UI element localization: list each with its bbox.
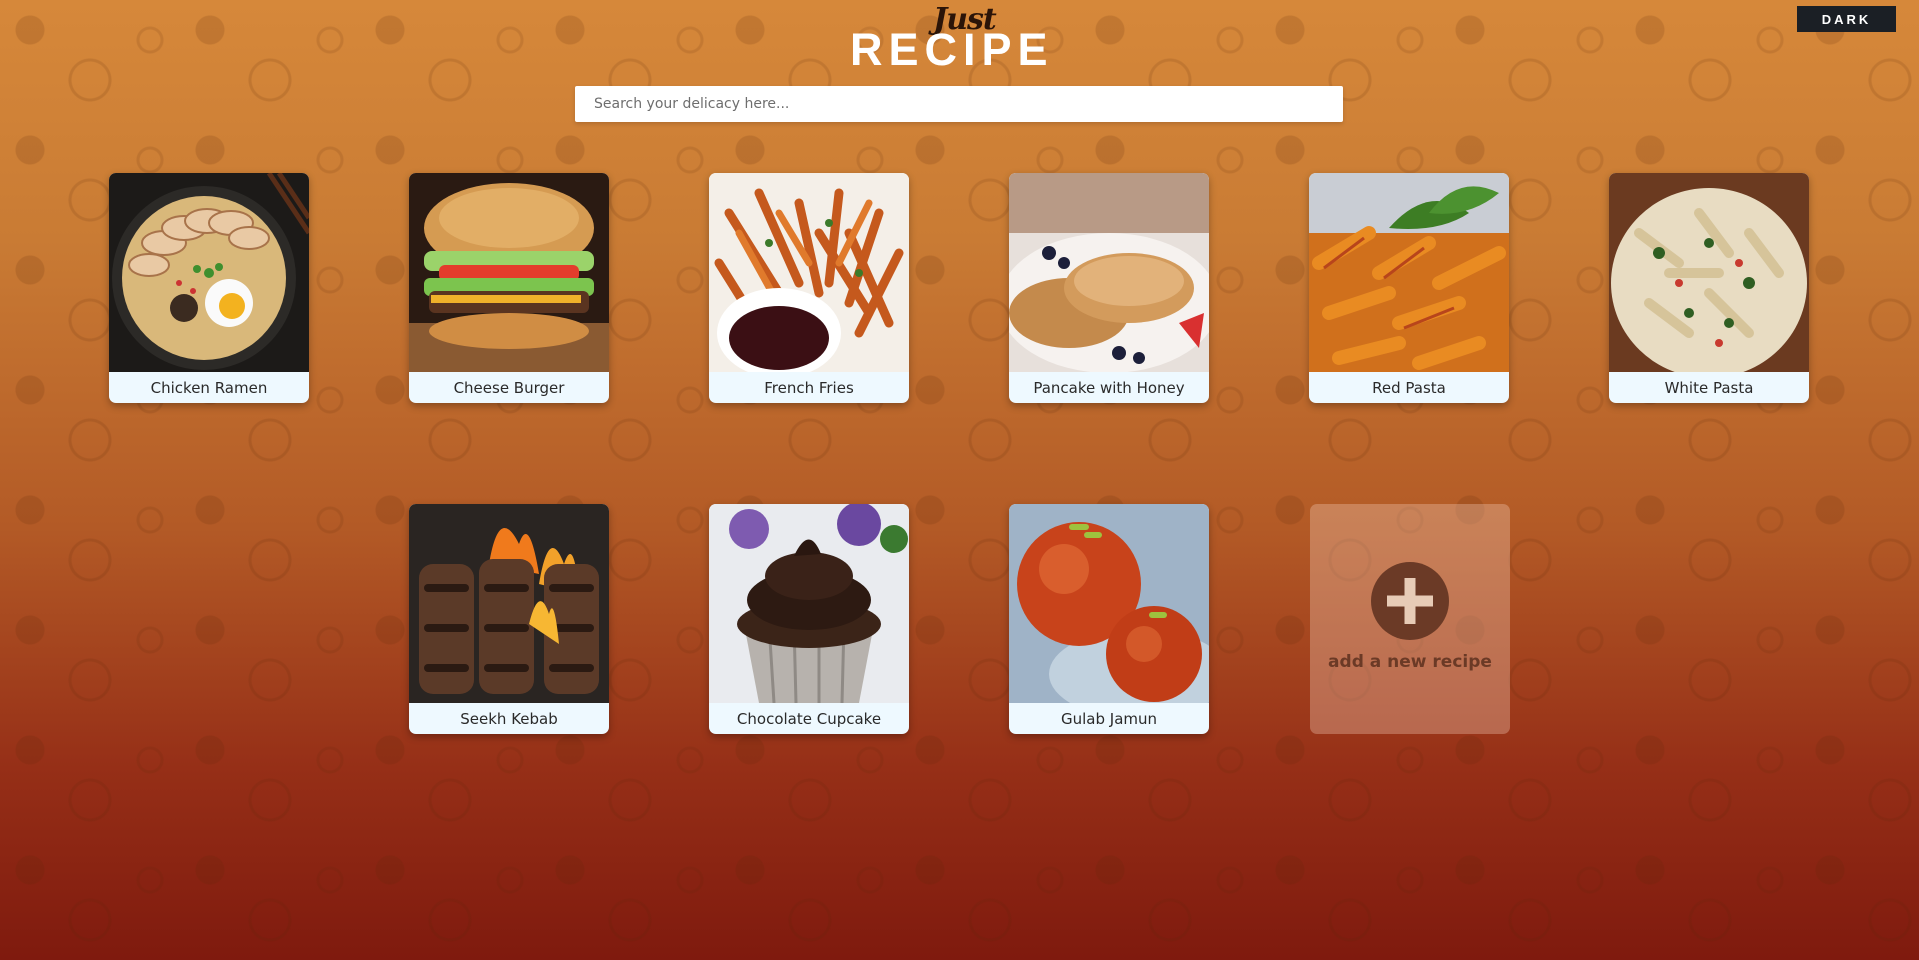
chicken-ramen-photo xyxy=(109,173,309,372)
dark-mode-toggle[interactable]: DARK xyxy=(1797,6,1896,32)
site-logo: Just RECIPE xyxy=(850,2,1070,75)
white-pasta-photo xyxy=(1609,173,1809,372)
recipe-card-label: French Fries xyxy=(764,378,854,397)
cheese-burger-photo xyxy=(409,173,609,372)
recipe-card-white-pasta[interactable]: White Pasta xyxy=(1609,173,1809,403)
recipe-card-label: Gulab Jamun xyxy=(1060,709,1158,728)
gulab-jamun-photo xyxy=(1009,504,1209,703)
recipe-card-chicken-ramen[interactable]: Chicken Ramen xyxy=(109,173,309,403)
logo-recipe-text: RECIPE xyxy=(850,24,1054,75)
search-input[interactable] xyxy=(575,86,1343,122)
recipe-card-cheese-burger[interactable]: Cheese Burger xyxy=(409,173,609,403)
french-fries-photo xyxy=(709,173,909,372)
seekh-kebab-photo xyxy=(409,504,609,703)
add-recipe-label: add a new recipe xyxy=(1328,652,1492,672)
recipe-card-label: Red Pasta xyxy=(1372,378,1446,397)
pancake-photo xyxy=(1009,173,1209,372)
recipe-card-label: Chicken Ramen xyxy=(150,378,268,397)
red-pasta-photo xyxy=(1309,173,1509,372)
recipe-card-label: White Pasta xyxy=(1664,378,1754,397)
food-doodle-background xyxy=(0,0,1919,960)
recipe-card-label: Pancake with Honey xyxy=(1033,378,1185,397)
recipe-card-chocolate-cupcake[interactable]: Chocolate Cupcake xyxy=(709,504,909,734)
recipe-card-label: Seekh Kebab xyxy=(460,709,558,728)
recipe-card-pancake-with-honey[interactable]: Pancake with Honey xyxy=(1009,173,1209,403)
chocolate-cupcake-photo xyxy=(709,504,909,703)
plus-icon xyxy=(1371,562,1449,640)
recipe-card-seekh-kebab[interactable]: Seekh Kebab xyxy=(409,504,609,734)
recipe-card-label: Cheese Burger xyxy=(453,378,565,397)
add-recipe-card[interactable]: add a new recipe xyxy=(1310,504,1510,734)
recipe-card-label: Chocolate Cupcake xyxy=(736,709,882,728)
recipe-card-gulab-jamun[interactable]: Gulab Jamun xyxy=(1009,504,1209,734)
recipe-card-red-pasta[interactable]: Red Pasta xyxy=(1309,173,1509,403)
recipe-card-french-fries[interactable]: French Fries xyxy=(709,173,909,403)
